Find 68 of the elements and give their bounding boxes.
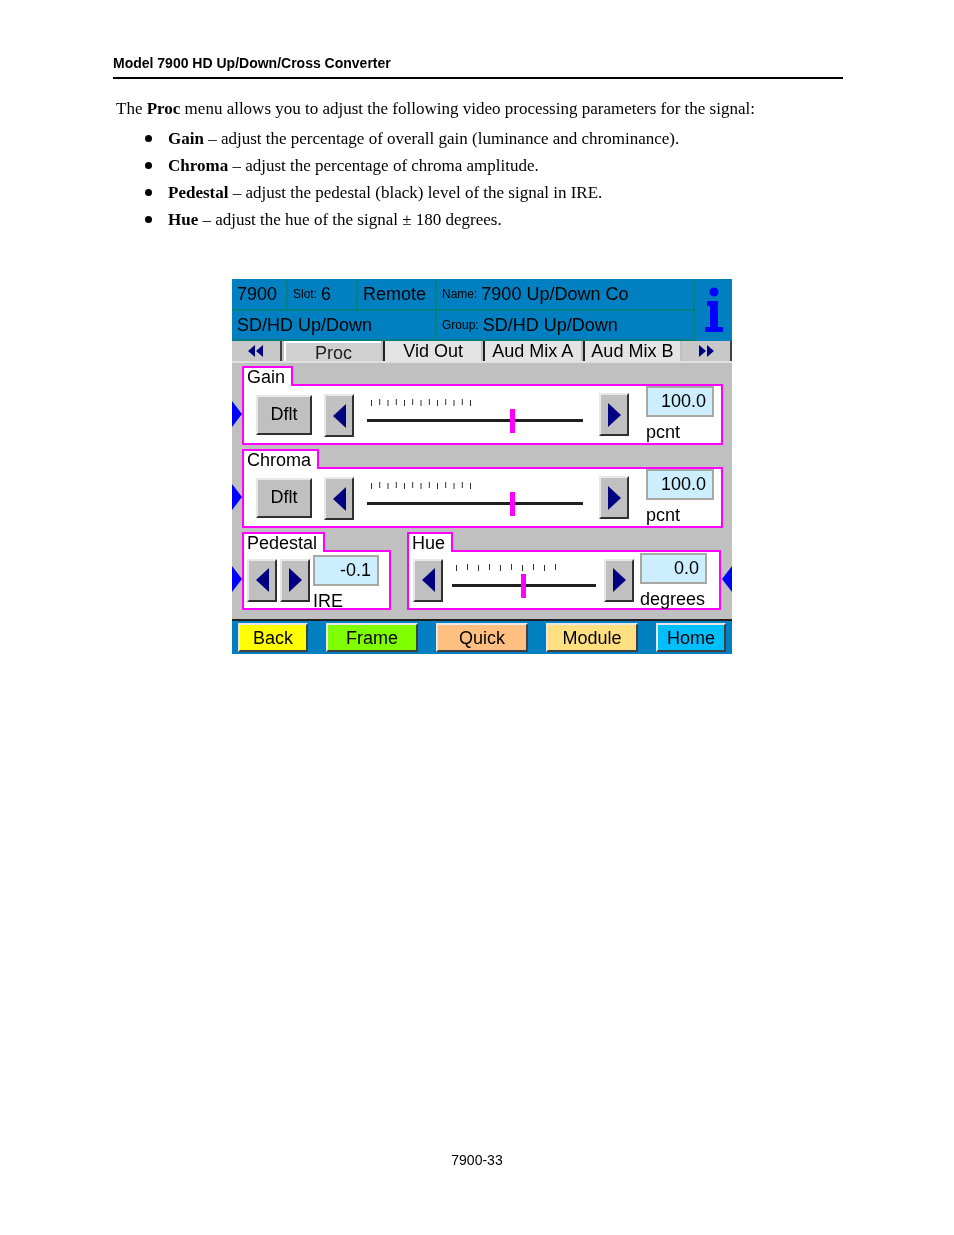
value-field[interactable]: 100.0 <box>646 386 714 417</box>
nav-button[interactable]: Home <box>656 623 726 652</box>
right-triangle-icon <box>607 485 621 510</box>
panel-title: Chroma <box>242 449 320 469</box>
panel-title: Pedestal <box>242 532 326 552</box>
panel-title: Gain <box>242 366 294 386</box>
bullet-text: Pedestal – adjust the pedestal (black) level of the signal in IRE. <box>168 182 603 203</box>
right-triangle-icon <box>288 568 302 592</box>
bullet-text: Chroma – adjust the percentage of chroma amplitude. <box>168 155 539 176</box>
slider-track[interactable] <box>452 584 596 587</box>
bullet-icon <box>145 189 152 196</box>
unit-label: degrees <box>640 587 706 610</box>
panel-title: Hue <box>407 532 454 552</box>
right-triangle-icon <box>612 568 626 592</box>
nav-button[interactable]: Back <box>238 623 308 652</box>
status-cell: 7900 <box>232 279 288 311</box>
default-button[interactable]: Dflt <box>256 477 312 518</box>
menu-tab[interactable]: Aud Mix A <box>483 341 581 361</box>
increase-button[interactable] <box>604 558 634 602</box>
field-label: Slot: <box>293 286 317 303</box>
slider-track[interactable] <box>367 418 583 422</box>
field-label: Group: <box>442 317 479 334</box>
nav-button[interactable]: Frame <box>326 623 418 652</box>
bullet-icon <box>145 216 152 223</box>
decrease-button[interactable] <box>324 394 354 437</box>
page-header: Model 7900 HD Up/Down/Cross Converter <box>113 54 843 79</box>
slider-thumb[interactable] <box>509 408 515 433</box>
decrease-button[interactable] <box>324 477 354 520</box>
nav-button[interactable]: Module <box>546 623 638 652</box>
decrease-button[interactable] <box>413 558 443 602</box>
slider-track[interactable] <box>367 501 583 505</box>
field-value: 7900 Up/Down Co <box>481 282 629 306</box>
unit-label: pcnt <box>646 504 681 526</box>
default-button[interactable]: Dflt <box>256 394 312 435</box>
right-triangle-icon <box>607 402 621 427</box>
double-right-arrow-icon <box>698 345 714 357</box>
left-triangle-icon <box>255 568 269 592</box>
menu-tab[interactable]: Aud Mix B <box>582 341 681 361</box>
menu-tab[interactable]: Proc <box>283 341 382 361</box>
next-tabs-button[interactable] <box>682 341 732 361</box>
value-field[interactable]: 100.0 <box>646 469 714 500</box>
value-field[interactable]: 0.0 <box>640 552 707 584</box>
slider-thumb[interactable] <box>520 574 526 598</box>
unit-label: IRE <box>313 589 343 612</box>
unit-label: pcnt <box>646 421 681 443</box>
increase-button[interactable] <box>599 476 629 519</box>
slider-thumb[interactable] <box>509 491 515 516</box>
left-triangle-icon <box>332 403 346 428</box>
intro-paragraph: The Proc menu allows you to adjust the following video processing parameters for the signal: <box>115 98 756 119</box>
status-cell: Remote <box>358 279 437 311</box>
left-triangle-icon <box>332 486 346 511</box>
bullet-icon <box>145 162 152 169</box>
field-value: SD/HD Up/Down <box>482 313 618 337</box>
nav-button[interactable]: Quick <box>436 623 528 652</box>
bullet-text: Gain – adjust the percentage of overall gain (luminance and chrominance). <box>168 128 680 149</box>
bullet-text: Hue – adjust the hue of the signal ± 180 degrees. <box>168 209 502 230</box>
increase-button[interactable] <box>599 393 629 436</box>
field-value: 6 <box>321 282 332 306</box>
bullet-icon <box>145 135 152 142</box>
value-field[interactable]: -0.1 <box>313 554 379 586</box>
field-label: Name: <box>442 286 478 303</box>
decrease-button[interactable] <box>247 558 277 602</box>
double-left-arrow-icon <box>248 345 264 357</box>
left-triangle-icon <box>421 568 435 592</box>
increase-button[interactable] <box>280 558 310 602</box>
page-number: 7900-33 <box>451 1152 503 1168</box>
previous-tabs-button[interactable] <box>232 341 282 361</box>
menu-tab[interactable]: Vid Out <box>383 341 481 361</box>
